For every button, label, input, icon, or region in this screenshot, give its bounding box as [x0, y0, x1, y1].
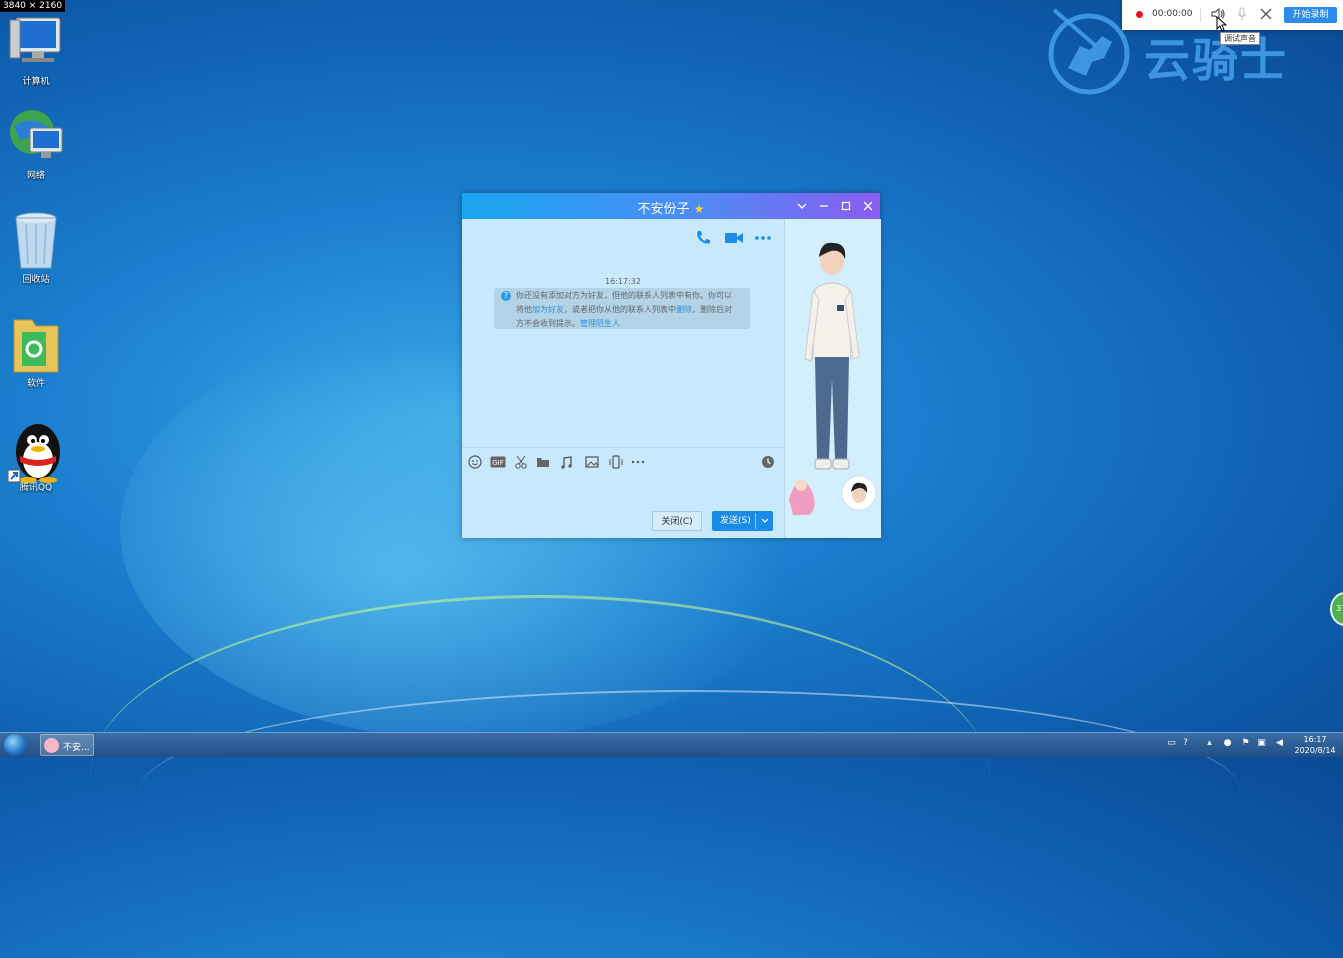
star-icon: ★ — [693, 202, 705, 216]
record-timer: 00:00:00 — [1152, 9, 1193, 19]
action-center-flag-icon[interactable]: ⚑ — [1240, 738, 1251, 749]
folder-icon[interactable] — [536, 454, 550, 468]
desktop-icon-label: 软件 — [26, 379, 45, 389]
desktop-icon-computer[interactable]: 计算机 — [4, 12, 68, 87]
voice-call-icon[interactable] — [694, 229, 712, 251]
music-icon[interactable] — [560, 454, 574, 469]
delete-link[interactable]: 删除 — [676, 305, 692, 314]
microphone-icon[interactable] — [1234, 6, 1250, 22]
desktop-icon-network[interactable]: 网络 — [4, 106, 68, 181]
notice-line: 将他加为好友，或者把你从他的联系人列表中删除，删除后对 — [516, 303, 746, 317]
qq-penguin-icon — [7, 418, 64, 483]
help-icon[interactable]: ? — [1180, 738, 1191, 749]
send-button[interactable]: 发送(S) — [712, 511, 773, 531]
network-icon — [8, 106, 64, 166]
notice-text: ，删除后对 — [692, 305, 732, 314]
notice-line: 你还没有添加对方为好友，但他的联系人列表中有你。你可以 — [516, 291, 732, 300]
divider — [1200, 8, 1201, 22]
image-icon[interactable] — [585, 454, 599, 468]
add-friend-link[interactable]: 加为好友 — [532, 305, 564, 314]
clock-date: 2020/8/14 — [1294, 746, 1336, 755]
taskbar-item-label: 不安... — [63, 743, 90, 753]
taskbar-item-chat[interactable]: 不安... — [40, 734, 94, 756]
notice-line: 方不会收到提示。管理陌生人 — [516, 317, 746, 331]
video-call-icon[interactable] — [724, 229, 744, 251]
stranger-notice: ? 你还没有添加对方为好友，但他的联系人列表中有你。你可以 将他加为好友，或者把… — [494, 288, 750, 329]
system-clock[interactable]: 16:17 2020/8/14 — [1290, 734, 1340, 756]
message-area: 16:17:32 ? 你还没有添加对方为好友，但他的联系人列表中有你。你可以 将… — [462, 219, 784, 447]
maximize-button[interactable] — [838, 198, 854, 214]
desktop-icon-label: 网络 — [26, 171, 45, 181]
volume-icon[interactable]: ◀ — [1274, 738, 1285, 749]
tray-folder-icon[interactable]: ▭ — [1166, 738, 1177, 749]
scissors-icon[interactable] — [514, 454, 528, 469]
chat-titlebar[interactable]: 不安份子 ★ — [462, 193, 880, 219]
close-icon[interactable] — [1258, 6, 1274, 22]
more-options-icon[interactable] — [754, 229, 772, 251]
knight-logo-icon — [1048, 8, 1130, 95]
close-chat-button[interactable]: 关闭(C) — [652, 511, 702, 531]
manage-strangers-link[interactable]: 管理陌生人 — [580, 319, 620, 328]
recycle-bin-icon — [8, 210, 64, 270]
clock-time: 16:17 — [1303, 735, 1327, 744]
show-panel — [784, 219, 881, 538]
taskbar: 不安... ▭ ? ▴ ● ⚑ ▣ ◀ 16:17 2020/8/14 — [0, 732, 1343, 757]
brand-name: 云骑士 — [1144, 33, 1288, 87]
send-options-chevron-icon[interactable] — [759, 511, 771, 539]
close-button[interactable] — [860, 198, 876, 214]
minimize-button[interactable] — [816, 198, 832, 214]
notice-text: 方不会收到提示。 — [516, 319, 580, 328]
chevron-down-icon[interactable] — [794, 198, 810, 214]
qq-tray-icon[interactable]: ● — [1222, 738, 1233, 749]
message-input[interactable]: 关闭(C) 发送(S) — [462, 474, 784, 538]
notice-text: 将他 — [516, 305, 532, 314]
network-tray-icon[interactable]: ▣ — [1256, 738, 1267, 749]
show-hidden-icons-icon[interactable]: ▴ — [1204, 738, 1215, 749]
tooltip: 调试声音 — [1220, 32, 1260, 45]
avatar — [44, 738, 59, 753]
mouse-cursor-icon — [1216, 16, 1228, 32]
more-icon[interactable] — [631, 454, 645, 468]
computer-icon — [8, 12, 64, 72]
chat-toolbar: GIF — [462, 447, 784, 474]
start-recording-button[interactable]: 开始录制 — [1284, 7, 1337, 23]
screen-recorder-bar: 00:00:00 开始录制 — [1122, 0, 1343, 30]
shake-icon[interactable] — [609, 454, 623, 469]
gif-icon[interactable]: GIF — [490, 454, 506, 468]
contact-name: 不安份子 — [637, 202, 690, 217]
desktop-icon-label: 计算机 — [22, 77, 50, 87]
floating-gadget[interactable]: 37 — [1330, 592, 1343, 626]
folder-icon — [8, 314, 64, 374]
desktop-icon-software-folder[interactable]: 软件 — [4, 314, 68, 389]
notice-text: ，或者把你从他的联系人列表中 — [564, 305, 676, 314]
resolution-label: 3840 × 2160 — [0, 0, 66, 12]
record-status-icon — [1136, 11, 1143, 18]
message-timestamp: 16:17:32 — [605, 277, 641, 286]
emoji-icon[interactable] — [468, 454, 482, 469]
avatar-show-figure — [789, 242, 877, 515]
wallpaper-arc-light — [140, 690, 1240, 892]
divider — [755, 513, 756, 529]
desktop-icon-label: 回收站 — [22, 275, 50, 285]
question-icon: ? — [501, 291, 511, 301]
send-label: 发送(S) — [720, 516, 751, 526]
desktop-icon-qq[interactable]: 腾讯QQ — [4, 418, 68, 493]
history-clock-icon[interactable] — [761, 454, 775, 468]
start-button[interactable] — [4, 734, 26, 756]
desktop-icon-recycle-bin[interactable]: 回收站 — [4, 210, 68, 285]
svg-text:GIF: GIF — [492, 459, 504, 467]
qq-chat-window: 不安份子 ★ 16:17:32 ? 你还没有添加对方为好友，但他的联系人列表中有… — [462, 193, 881, 538]
